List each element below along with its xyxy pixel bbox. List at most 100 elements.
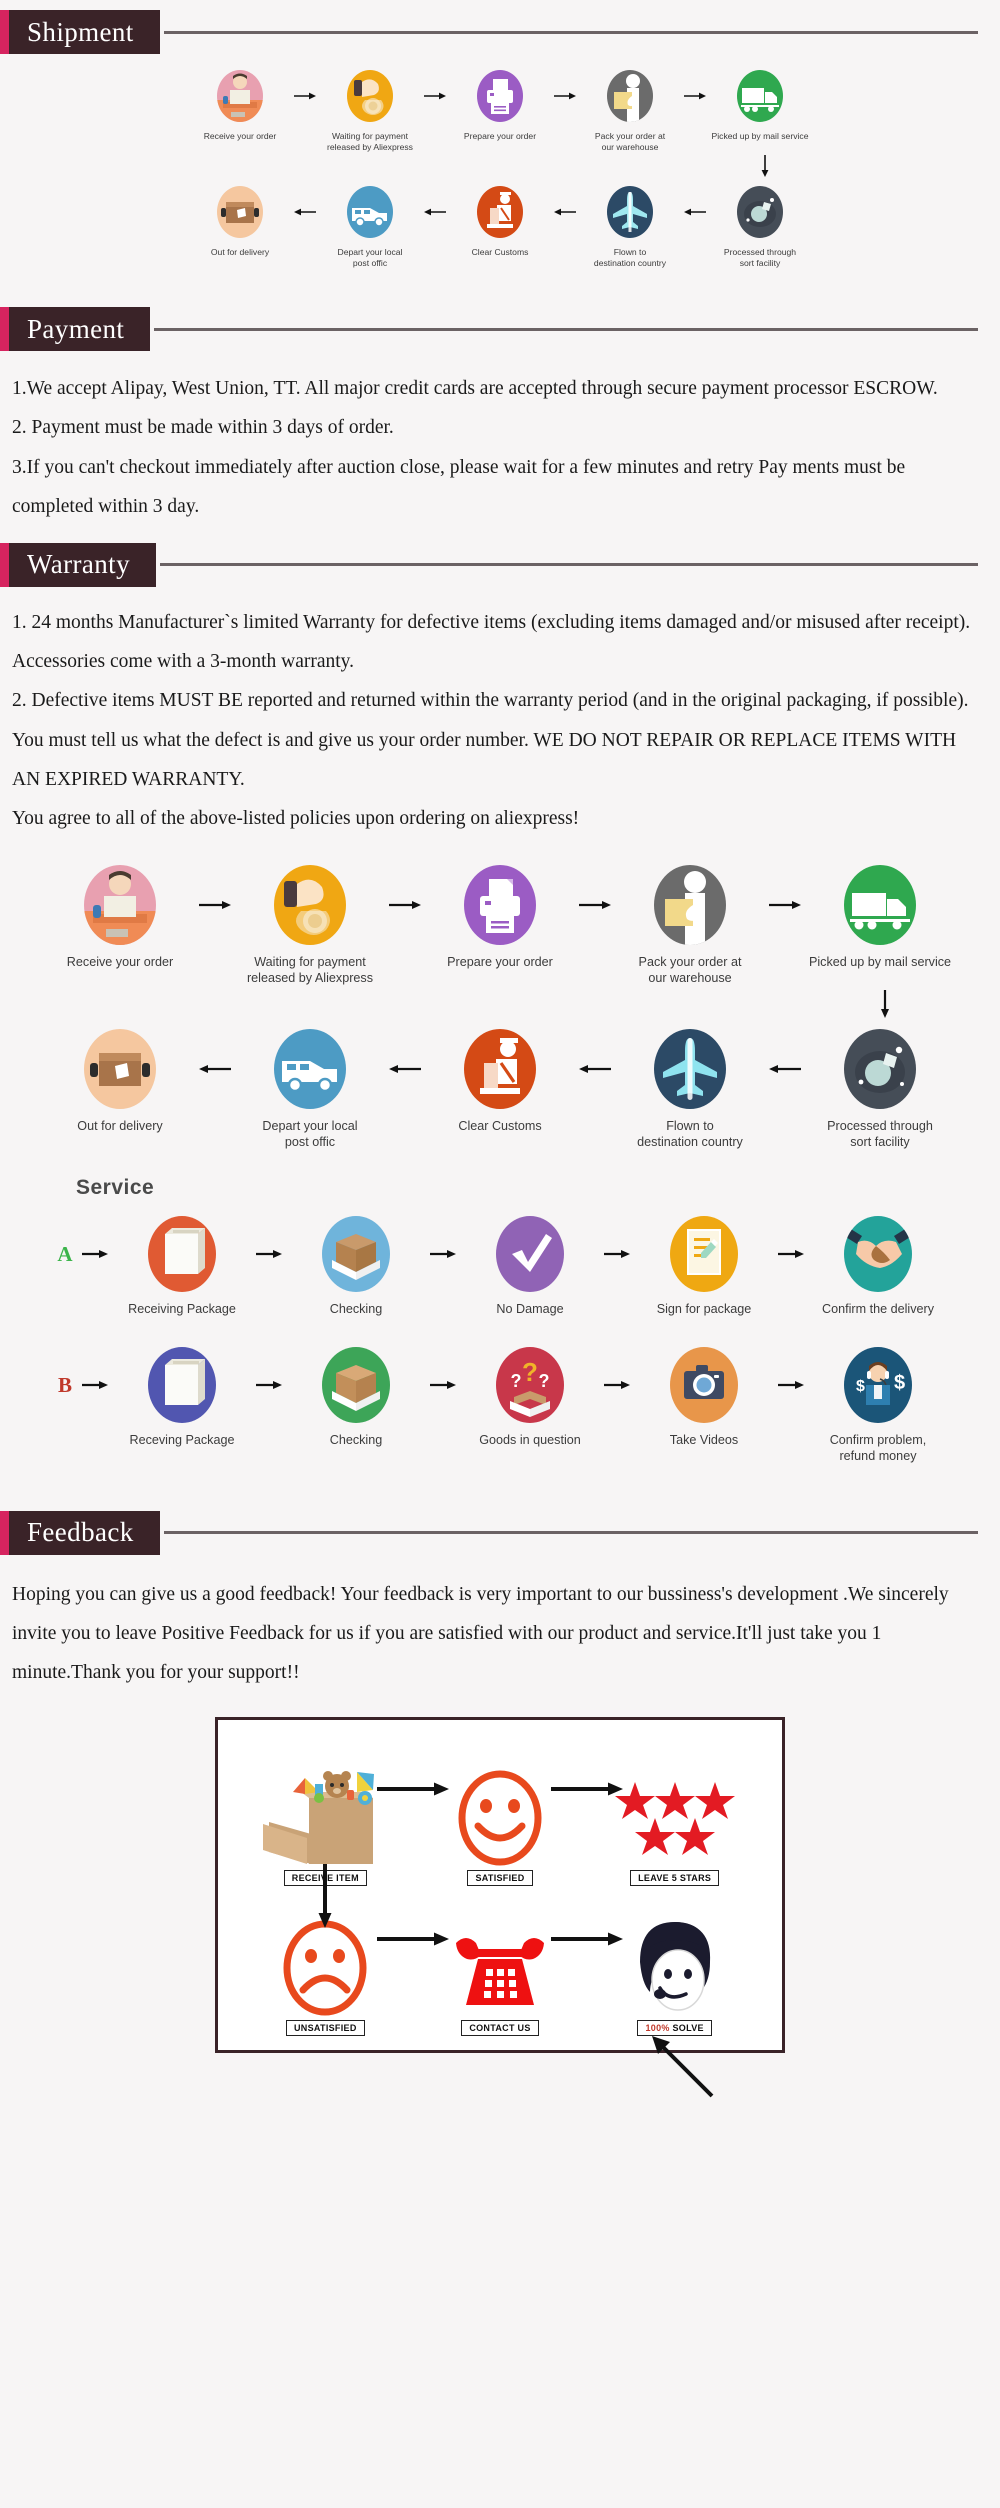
payment-line-1: 1.We accept Alipay, West Union, TT. All … (12, 378, 938, 399)
header-rule (163, 1531, 978, 1535)
arrow-left-icon (765, 1029, 805, 1109)
feedback-cell-satisfied: SATISFIED (413, 1736, 624, 1886)
flow-step-label: Receiving Package (128, 1302, 236, 1317)
section-header-feedback: Feedback (0, 1509, 1000, 1557)
flow-step: Picked up by mail service (708, 70, 812, 142)
flow-step: Waiting for payment released by Aliexpre… (235, 864, 385, 986)
payment-line-2: 2. Payment must be made within 3 days of… (12, 417, 394, 439)
support-agent-icon (620, 1916, 730, 2020)
flow-step: Take Videos (634, 1347, 774, 1448)
flow-step-label: Waiting for payment released by Aliexpre… (327, 131, 413, 152)
feedback-diagram: RECEIVE ITEM SATISFIED LEAVE 5 STARS UNS… (215, 1716, 785, 2098)
support-agent-money-icon: $ $ (844, 1347, 912, 1424)
arrow-diagonal-up-icon (650, 2034, 720, 2109)
flow-step-label: Receive your order (66, 954, 174, 969)
arrow-right-icon (426, 1216, 460, 1292)
flow-step-label: Clear Customs (458, 1118, 542, 1133)
arrow-right-icon (549, 1782, 625, 1796)
header-rule (154, 327, 978, 331)
flow-step: Prepare your order (425, 864, 575, 970)
feedback-grid: RECEIVE ITEM SATISFIED LEAVE 5 STARS UNS… (238, 1736, 762, 2098)
arrow-down-wrapper (0, 155, 1000, 182)
shipment-badge: Shipment (0, 10, 160, 54)
feedback-paragraph: Hoping you can give us a good feedback! … (12, 1583, 949, 1684)
svg-text:$: $ (856, 1378, 865, 1395)
open-box-icon (322, 1347, 390, 1424)
flow-step: Checking (286, 1216, 426, 1317)
arrow-left-icon (195, 1029, 235, 1109)
payment-badge: Payment (0, 307, 151, 351)
svg-text:?: ? (522, 1357, 538, 1387)
flow-step-label: Confirm problem, refund money (829, 1433, 927, 1464)
warranty-line-2: 2. Defective items MUST BE reported and … (12, 690, 969, 790)
sorting-facility-icon (737, 186, 783, 238)
telephone-icon (450, 1916, 550, 2020)
feedback-cell-leave-5-stars: LEAVE 5 STARS (587, 1736, 762, 1886)
arrow-right-icon (292, 70, 318, 122)
flow-step-label: Checking (329, 1302, 383, 1317)
sorting-facility-icon (844, 1028, 916, 1109)
flow-step: ??? Goods in question (460, 1347, 600, 1448)
flow-step: Checking (286, 1347, 426, 1448)
flow-step: Depart your local post offic (318, 186, 422, 269)
flow-step: Out for delivery (45, 1028, 195, 1134)
arrow-left-icon (292, 186, 318, 238)
parcel-box-icon (217, 186, 263, 238)
airplane-icon (607, 186, 653, 238)
section-header-shipment: Shipment (0, 8, 1000, 56)
person-at-desk-icon (217, 70, 263, 122)
shipment-flow-large: Receive your order Waiting for payment r… (0, 864, 1000, 1150)
shipment-flow-row-2: Out for delivery Depart your local post … (0, 186, 1000, 269)
flow-step-label: Depart your local post offic (262, 1118, 358, 1150)
warranty-line-3: You agree to all of the above-listed pol… (12, 808, 580, 830)
arrow-left-icon (422, 186, 448, 238)
flow-step: Receving Package (112, 1347, 252, 1448)
arrow-right-icon (385, 865, 425, 945)
shipment-flow-small: Receive your order Waiting for payment r… (0, 70, 1000, 269)
flow-step-label: Flown to destination country (637, 1118, 743, 1150)
printer-icon (477, 70, 523, 122)
flow-step: Flown to destination country (615, 1028, 765, 1150)
toy-box-icon (261, 1766, 389, 1870)
smiley-face-icon (454, 1766, 546, 1870)
flow-step: Confirm the delivery (808, 1216, 948, 1317)
five-stars-icon (614, 1766, 735, 1870)
flow-step-label: Picked up by mail service (808, 954, 952, 969)
handshake-icon (844, 1216, 912, 1293)
flow-step: Depart your local post offic (235, 1028, 385, 1150)
feedback-cell-100-solve: 100% SOLVE (587, 1886, 762, 2098)
arrow-right-icon (549, 1932, 625, 1946)
flow-step: Receive your order (188, 70, 292, 142)
section-header-warranty: Warranty (0, 541, 1000, 589)
question-marks-icon: ??? (496, 1347, 564, 1424)
service-row-b: B Receving Package Checking ??? Goods in… (0, 1347, 1000, 1464)
payment-body: 1.We accept Alipay, West Union, TT. All … (0, 369, 1000, 527)
flow-step-label: No Damage (496, 1302, 564, 1317)
flow-step: Receive your order (45, 864, 195, 970)
airplane-icon (654, 1028, 726, 1109)
flow-step: Pack your order at our warehouse (615, 864, 765, 986)
truck-icon (844, 864, 916, 945)
flow-step: Prepare your order (448, 70, 552, 142)
branch-letter-a: A (57, 1242, 73, 1267)
header-rule (163, 30, 978, 34)
feedback-body: Hoping you can give us a good feedback! … (0, 1575, 1000, 1693)
warranty-line-1: 1. 24 months Manufacturer`s limited Warr… (12, 611, 971, 672)
flow-step-label: Goods in question (479, 1433, 581, 1448)
flow-step: Receiving Package (112, 1216, 252, 1317)
feedback-cell-receive-item: RECEIVE ITEM (238, 1736, 449, 1928)
hand-with-coin-icon (274, 864, 346, 945)
payment-line-3: 3.If you can't checkout immediately afte… (12, 456, 906, 518)
delivery-van-icon (347, 186, 393, 238)
branch-letter-b: B (57, 1373, 72, 1398)
feedback-tag: SATISFIED (467, 1869, 533, 1886)
arrow-right-icon (774, 1347, 808, 1423)
arrow-right-icon (422, 70, 448, 122)
arrow-left-icon (575, 1029, 615, 1109)
flow-step-label: Waiting for payment released by Aliexpre… (246, 954, 373, 985)
flow-step-label: Clear Customs (471, 247, 529, 257)
flow-step-label: Receive your order (203, 131, 277, 141)
flow-step-label: Prepare your order (447, 954, 553, 969)
payment-title: Payment (27, 313, 125, 344)
arrow-down-icon (878, 989, 892, 1023)
